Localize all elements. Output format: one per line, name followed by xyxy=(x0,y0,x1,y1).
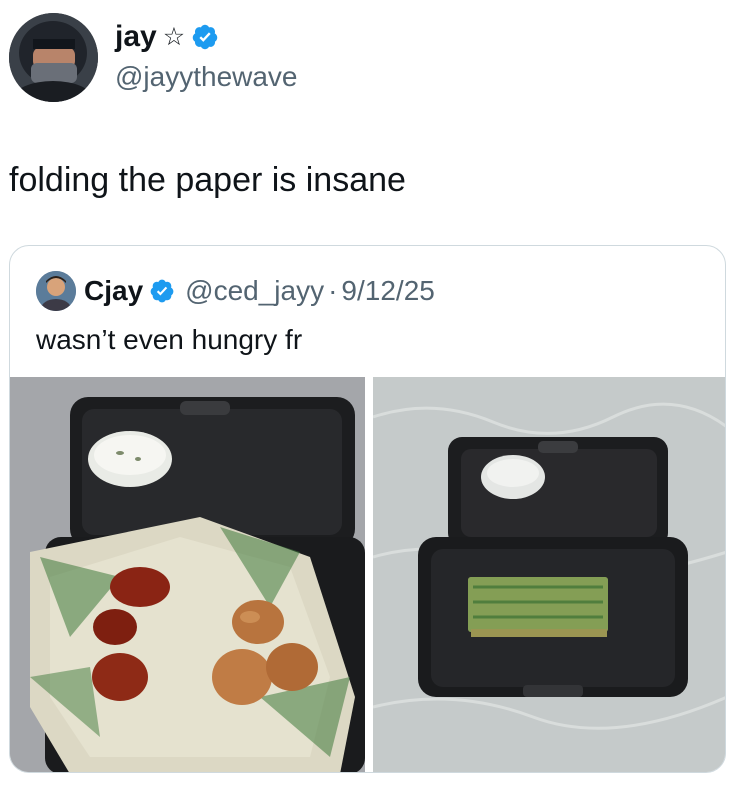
author-handle[interactable]: @jayythewave xyxy=(115,60,298,94)
quote-photo-wings[interactable] xyxy=(10,377,365,772)
quote-author-handle[interactable]: @ced_jayy xyxy=(185,274,324,308)
author-name[interactable]: jay xyxy=(115,20,157,54)
quote-date[interactable]: 9/12/25 xyxy=(341,274,434,308)
author-name-row[interactable]: jay ☆ xyxy=(115,20,219,54)
quote-tweet-card[interactable]: Cjay @ced_jayy · 9/12/25 wasn’t even hun… xyxy=(9,245,726,773)
author-avatar[interactable] xyxy=(9,13,98,102)
star-icon: ☆ xyxy=(162,23,186,51)
separator-dot: · xyxy=(328,275,338,306)
quote-header: Cjay @ced_jayy · 9/12/25 xyxy=(36,271,435,311)
verified-badge-icon xyxy=(149,278,175,304)
tweet-text: folding the paper is insane xyxy=(9,161,406,199)
verified-badge-icon xyxy=(191,23,219,51)
quote-photo-folded-paper[interactable] xyxy=(373,377,725,772)
quote-author-avatar[interactable] xyxy=(36,271,76,311)
quote-text: wasn’t even hungry fr xyxy=(36,324,303,355)
quote-author-name[interactable]: Cjay xyxy=(84,274,143,308)
